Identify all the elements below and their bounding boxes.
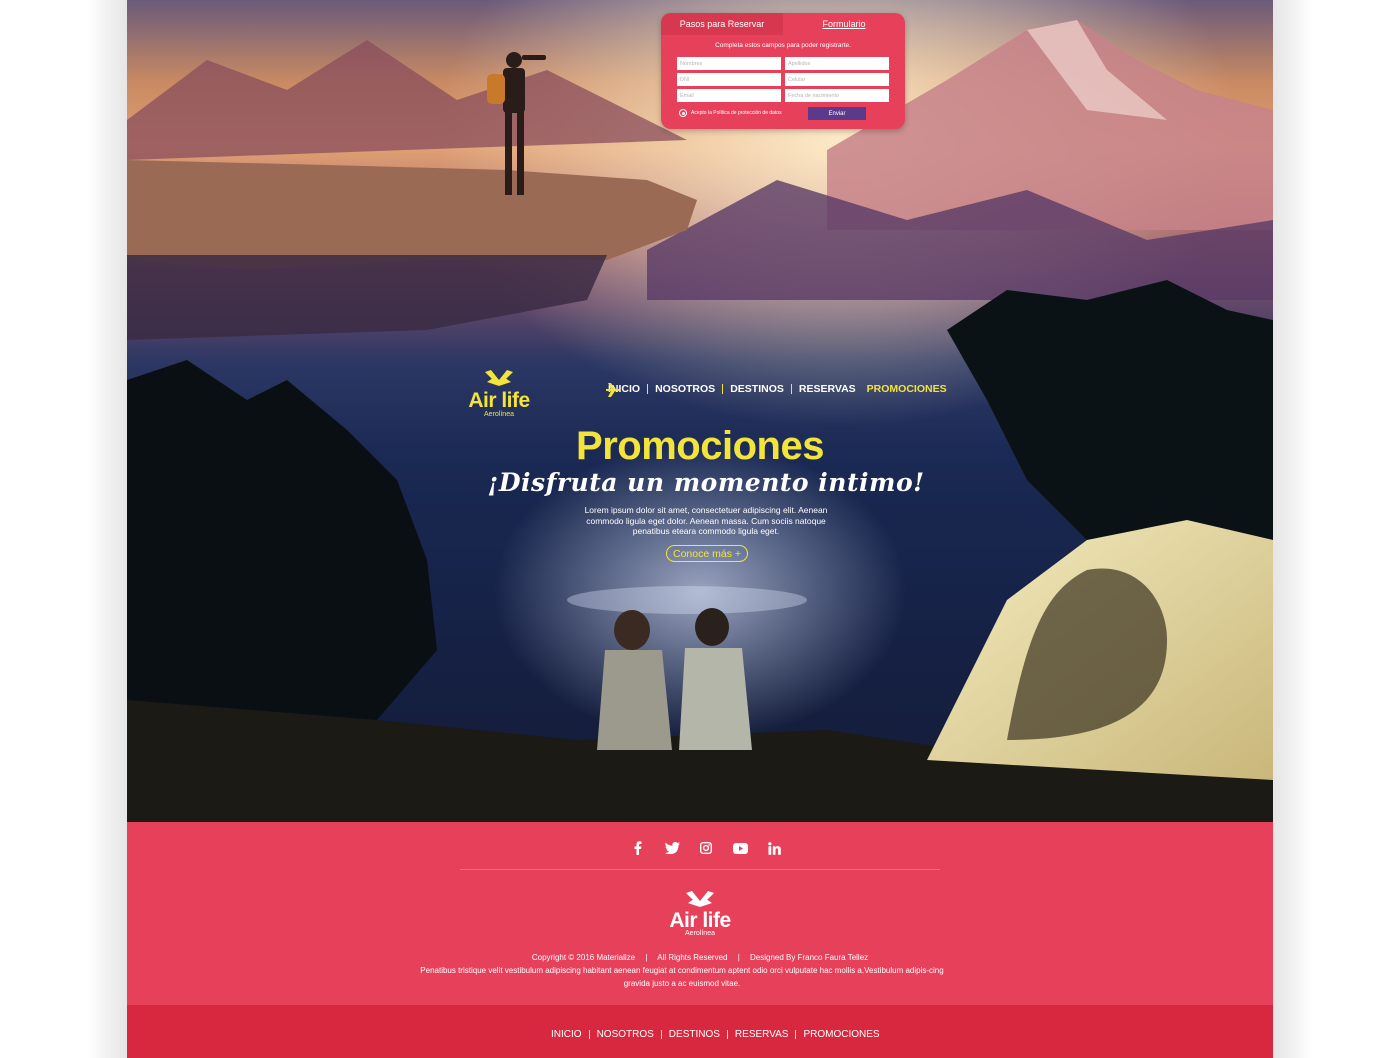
email-field[interactable] bbox=[677, 89, 781, 102]
bottom-nav-destinos[interactable]: DESTINOS bbox=[662, 1029, 727, 1040]
apellidos-field[interactable] bbox=[785, 57, 889, 70]
hero-subtitle: ¡Disfruta un momento intimo! bbox=[487, 468, 925, 497]
nav-promociones[interactable]: PROMOCIONES bbox=[863, 383, 954, 395]
tab-pasos-reservar[interactable]: Pasos para Reservar bbox=[661, 13, 783, 35]
bottom-nav-nosotros[interactable]: NOSOTROS bbox=[590, 1029, 661, 1040]
page-shadow-right bbox=[1273, 0, 1313, 1058]
designer-text: Designed By Franco Faura Tellez bbox=[750, 953, 869, 962]
bottom-nav: INICIO NOSOTROS DESTINOS RESERVAS PROMOC… bbox=[127, 1005, 1273, 1058]
hero-title: Promociones bbox=[576, 424, 824, 468]
page-shadow-left bbox=[87, 0, 127, 1058]
footer-brand-subtitle: Aerolínea bbox=[685, 930, 715, 937]
page: Pasos para Reservar Formulario Completa … bbox=[127, 0, 1273, 1058]
nav-nosotros[interactable]: NOSOTROS bbox=[648, 383, 722, 395]
submit-button[interactable]: Enviar bbox=[808, 107, 866, 120]
copyright-line: Copyright © 2016 Materialize | All Right… bbox=[127, 953, 1273, 962]
bottom-nav-inicio[interactable]: INICIO bbox=[544, 1029, 589, 1040]
brand-subtitle: Aerolínea bbox=[484, 411, 514, 418]
hero-body: Lorem ipsum dolor sit amet, consectetuer… bbox=[584, 505, 828, 536]
consent-option[interactable]: Acepto la Política de protección de dato… bbox=[679, 109, 782, 117]
nombres-field[interactable] bbox=[677, 57, 781, 70]
bottom-nav-links: INICIO NOSOTROS DESTINOS RESERVAS PROMOC… bbox=[544, 1029, 887, 1040]
linkedin-icon[interactable] bbox=[757, 841, 791, 855]
bottom-nav-reservas[interactable]: RESERVAS bbox=[728, 1029, 796, 1040]
cta-button[interactable]: Conoce más + bbox=[666, 545, 748, 562]
consent-radio[interactable] bbox=[679, 109, 687, 117]
tab-formulario[interactable]: Formulario bbox=[783, 13, 905, 35]
hero-section: Pasos para Reservar Formulario Completa … bbox=[127, 0, 1273, 822]
footer: Air life Aerolínea Copyright © 2016 Mate… bbox=[127, 822, 1273, 1005]
footer-brand-name: Air life bbox=[669, 909, 731, 932]
social-links bbox=[621, 841, 791, 855]
celular-field[interactable] bbox=[785, 73, 889, 86]
footer-divider bbox=[460, 869, 940, 870]
copyright-divider: | bbox=[645, 953, 648, 962]
birthdate-field[interactable] bbox=[785, 89, 889, 102]
twitter-icon[interactable] bbox=[655, 841, 689, 855]
main-nav: INICIO NOSOTROS DESTINOS RESERVAS PROMOC… bbox=[601, 383, 954, 397]
airplane-icon bbox=[606, 383, 621, 397]
brand-name: Air life bbox=[468, 389, 530, 412]
youtube-icon[interactable] bbox=[723, 841, 757, 855]
rights-text: All Rights Reserved bbox=[657, 953, 728, 962]
form-instructions: Completa estos campos para poder registr… bbox=[715, 42, 851, 49]
instagram-icon[interactable] bbox=[689, 841, 723, 855]
form-tabs: Pasos para Reservar Formulario bbox=[661, 13, 905, 35]
footer-logo[interactable]: Air life Aerolínea bbox=[667, 888, 733, 940]
copyright-divider: | bbox=[737, 953, 740, 962]
brand-logo[interactable]: Air life Aerolínea bbox=[467, 366, 531, 422]
form-fields bbox=[677, 57, 889, 102]
copyright-text: Copyright © 2016 Materialize bbox=[531, 953, 636, 962]
dni-field[interactable] bbox=[677, 73, 781, 86]
registration-form: Pasos para Reservar Formulario Completa … bbox=[661, 13, 905, 129]
facebook-icon[interactable] bbox=[621, 841, 655, 855]
footer-description: Penatibus tristique velit vestibulum adi… bbox=[420, 966, 944, 988]
bottom-nav-promociones[interactable]: PROMOCIONES bbox=[796, 1029, 886, 1040]
nav-destinos[interactable]: DESTINOS bbox=[723, 383, 791, 395]
consent-label: Acepto la Política de protección de dato… bbox=[691, 110, 782, 116]
nav-reservas[interactable]: RESERVAS bbox=[792, 383, 863, 395]
